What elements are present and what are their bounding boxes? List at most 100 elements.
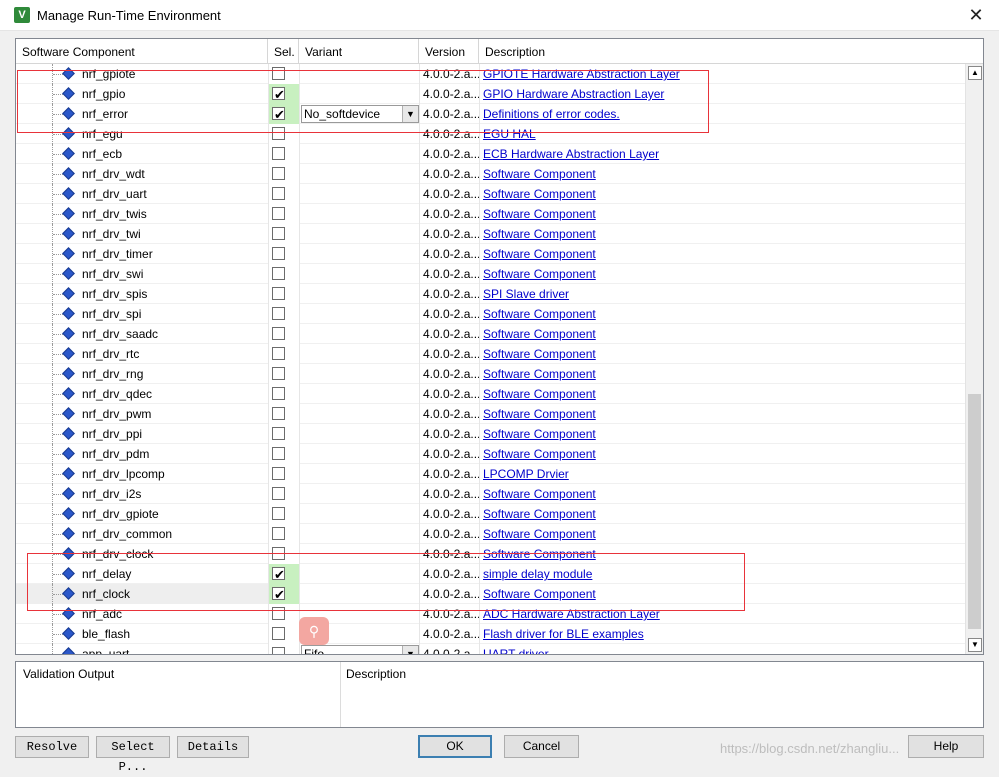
table-row[interactable]: nrf_drv_timer 4.0.0-2.a... Software Compon… <box>16 244 965 264</box>
select-checkbox[interactable] <box>272 627 285 640</box>
description-link[interactable]: ECB Hardware Abstraction Layer <box>483 147 659 161</box>
table-row[interactable]: nrf_drv_lpcomp 4.0.0-2.a... LPCOMP Drvier <box>16 464 965 484</box>
select-checkbox[interactable] <box>272 267 285 280</box>
select-checkbox[interactable] <box>272 367 285 380</box>
select-checkbox[interactable] <box>272 507 285 520</box>
description-link[interactable]: Software Component <box>483 447 596 461</box>
select-checkbox[interactable] <box>272 327 285 340</box>
table-row[interactable]: nrf_drv_rng 4.0.0-2.a... Software Componen… <box>16 364 965 384</box>
col-description[interactable]: Description <box>479 39 983 64</box>
table-row[interactable]: nrf_drv_swi 4.0.0-2.a... Software Componen… <box>16 264 965 284</box>
table-row[interactable]: app_uart Fifo ▼ 4.0.0-2.a... UART driver <box>16 644 965 654</box>
description-link[interactable]: Software Component <box>483 187 596 201</box>
table-row[interactable]: nrf_drv_twis 4.0.0-2.a... Software Compone… <box>16 204 965 224</box>
table-row[interactable]: nrf_drv_clock 4.0.0-2.a... Software Compon… <box>16 544 965 564</box>
chevron-down-icon[interactable]: ▼ <box>402 646 418 654</box>
description-link[interactable]: Definitions of error codes. <box>483 107 620 121</box>
select-checkbox[interactable]: ✔ <box>272 567 285 582</box>
select-checkbox[interactable] <box>272 607 285 620</box>
col-software-component[interactable]: Software Component <box>16 39 268 64</box>
resolve-button[interactable]: Resolve <box>15 736 89 758</box>
table-row[interactable]: nrf_drv_spis 4.0.0-2.a... SPI Slave driver <box>16 284 965 304</box>
table-row[interactable]: nrf_drv_twi 4.0.0-2.a... Software Componen… <box>16 224 965 244</box>
select-checkbox[interactable] <box>272 407 285 420</box>
close-icon[interactable]: ✕ <box>953 0 999 31</box>
variant-select[interactable]: No_softdevice ▼ <box>301 105 419 123</box>
table-row[interactable]: nrf_adc 4.0.0-2.a... ADC Hardware Abstract… <box>16 604 965 624</box>
select-checkbox[interactable] <box>272 207 285 220</box>
select-checkbox[interactable] <box>272 287 285 300</box>
table-row[interactable]: nrf_drv_gpiote 4.0.0-2.a... Software Compo… <box>16 504 965 524</box>
vertical-scrollbar[interactable]: ▲ ▼ <box>965 64 983 654</box>
table-row[interactable]: nrf_drv_common 4.0.0-2.a... Software Compo… <box>16 524 965 544</box>
description-link[interactable]: Software Component <box>483 267 596 281</box>
select-checkbox[interactable] <box>272 67 285 80</box>
select-checkbox[interactable] <box>272 387 285 400</box>
col-sel[interactable]: Sel. <box>268 39 299 64</box>
select-checkbox[interactable] <box>272 167 285 180</box>
select-checkbox[interactable]: ✔ <box>272 587 285 602</box>
description-link[interactable]: GPIOTE Hardware Abstraction Layer <box>483 67 680 81</box>
table-row[interactable]: nrf_drv_spi 4.0.0-2.a... Software Componen… <box>16 304 965 324</box>
table-row[interactable]: nrf_drv_ppi 4.0.0-2.a... Software Componen… <box>16 424 965 444</box>
variant-select[interactable]: Fifo ▼ <box>301 645 419 654</box>
help-button[interactable]: Help <box>908 735 984 758</box>
description-link[interactable]: Software Component <box>483 307 596 321</box>
description-link[interactable]: Software Component <box>483 327 596 341</box>
description-link[interactable]: Software Component <box>483 507 596 521</box>
description-link[interactable]: Software Component <box>483 587 596 601</box>
table-row[interactable]: nrf_drv_saadc 4.0.0-2.a... Software Compon… <box>16 324 965 344</box>
select-checkbox[interactable] <box>272 527 285 540</box>
description-link[interactable]: Software Component <box>483 527 596 541</box>
select-checkbox[interactable] <box>272 347 285 360</box>
description-link[interactable]: Software Component <box>483 207 596 221</box>
select-checkbox[interactable] <box>272 247 285 260</box>
select-checkbox[interactable]: ✔ <box>272 107 285 122</box>
description-link[interactable]: simple delay module <box>483 567 592 581</box>
description-link[interactable]: GPIO Hardware Abstraction Layer <box>483 87 664 101</box>
description-link[interactable]: Software Component <box>483 167 596 181</box>
description-link[interactable]: ADC Hardware Abstraction Layer <box>483 607 660 621</box>
table-row[interactable]: nrf_drv_pdm 4.0.0-2.a... Software Componen… <box>16 444 965 464</box>
description-link[interactable]: Software Component <box>483 367 596 381</box>
description-link[interactable]: Flash driver for BLE examples <box>483 627 644 641</box>
description-link[interactable]: LPCOMP Drvier <box>483 467 569 481</box>
description-link[interactable]: Software Component <box>483 407 596 421</box>
scroll-thumb[interactable] <box>968 394 981 629</box>
description-link[interactable]: Software Component <box>483 427 596 441</box>
table-row[interactable]: nrf_gpiote 4.0.0-2.a... GPIOTE Hardware Ab… <box>16 64 965 84</box>
select-packs-button[interactable]: Select P... <box>96 736 170 774</box>
table-row[interactable]: nrf_ecb 4.0.0-2.a... ECB Hardware Abstract… <box>16 144 965 164</box>
description-link[interactable]: UART driver <box>483 647 549 654</box>
scroll-up-icon[interactable]: ▲ <box>968 66 982 80</box>
table-row[interactable]: nrf_egu 4.0.0-2.a... EGU HAL <box>16 124 965 144</box>
select-checkbox[interactable] <box>272 647 285 654</box>
ok-button[interactable]: OK <box>418 735 492 758</box>
chevron-down-icon[interactable]: ▼ <box>402 106 418 122</box>
table-row[interactable]: nrf_drv_qdec 4.0.0-2.a... Software Compone… <box>16 384 965 404</box>
description-link[interactable]: Software Component <box>483 547 596 561</box>
table-row[interactable]: ble_flash 4.0.0-2.a... Flash driver for BL… <box>16 624 965 644</box>
select-checkbox[interactable] <box>272 487 285 500</box>
select-checkbox[interactable] <box>272 147 285 160</box>
select-checkbox[interactable]: ✔ <box>272 87 285 102</box>
table-row[interactable]: nrf_delay ✔ 4.0.0-2.a... simple delay modul… <box>16 564 965 584</box>
details-button[interactable]: Details <box>177 736 249 758</box>
description-link[interactable]: Software Component <box>483 227 596 241</box>
table-row[interactable]: nrf_drv_pwm 4.0.0-2.a... Software Componen… <box>16 404 965 424</box>
description-link[interactable]: Software Component <box>483 247 596 261</box>
col-version[interactable]: Version <box>419 39 479 64</box>
cancel-button[interactable]: Cancel <box>504 735 579 758</box>
select-checkbox[interactable] <box>272 467 285 480</box>
select-checkbox[interactable] <box>272 227 285 240</box>
table-row[interactable]: nrf_error ✔ No_softdevice ▼ 4.0.0-2.a... Defi… <box>16 104 965 124</box>
select-checkbox[interactable] <box>272 427 285 440</box>
table-row[interactable]: nrf_gpio ✔ 4.0.0-2.a... GPIO Hardware Abstr… <box>16 84 965 104</box>
description-link[interactable]: Software Component <box>483 347 596 361</box>
description-link[interactable]: SPI Slave driver <box>483 287 569 301</box>
scroll-down-icon[interactable]: ▼ <box>968 638 982 652</box>
table-row[interactable]: nrf_drv_wdt 4.0.0-2.a... Software Componen… <box>16 164 965 184</box>
select-checkbox[interactable] <box>272 547 285 560</box>
description-link[interactable]: Software Component <box>483 487 596 501</box>
table-row[interactable]: nrf_drv_i2s 4.0.0-2.a... Software Componen… <box>16 484 965 504</box>
